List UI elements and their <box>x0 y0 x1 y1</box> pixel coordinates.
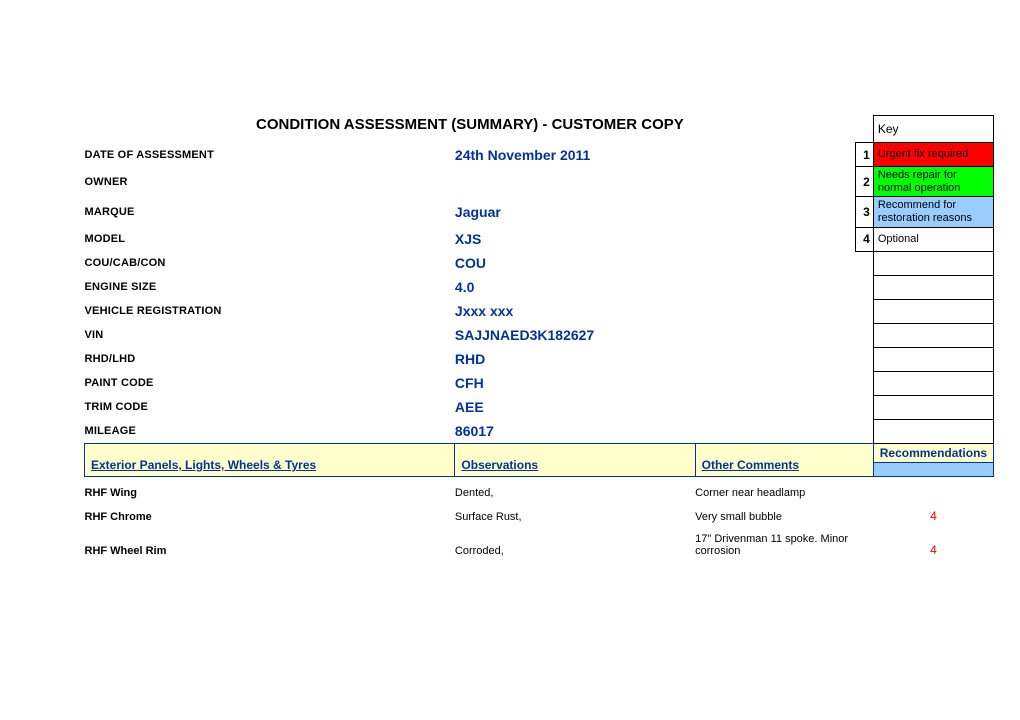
empty-key-box <box>873 323 993 347</box>
item-comment: 17" Drivenman 11 spoke. Minor corrosion <box>695 523 873 557</box>
empty-key-box <box>873 251 993 275</box>
item-comment: Corner near headlamp <box>695 477 873 500</box>
field-value: XJS <box>455 227 855 251</box>
key-desc-optional: Optional <box>873 227 993 251</box>
item-recommendation: 4 <box>873 499 993 523</box>
key-header: Key <box>873 116 993 143</box>
field-label: PAINT CODE <box>85 371 455 395</box>
item-name: RHF Chrome <box>85 499 455 523</box>
field-value: 4.0 <box>455 275 855 299</box>
field-label: MARQUE <box>85 197 455 227</box>
empty-key-box <box>873 347 993 371</box>
item-recommendation: 4 <box>873 523 993 557</box>
section-header-observations: Observations <box>455 444 695 477</box>
empty-key-box <box>873 371 993 395</box>
field-value: 86017 <box>455 419 855 444</box>
field-value: AEE <box>455 395 855 419</box>
field-label: VEHICLE REGISTRATION <box>85 299 455 323</box>
empty-key-box <box>873 419 993 444</box>
field-value: Jxxx xxx <box>455 299 855 323</box>
field-label: MODEL <box>85 227 455 251</box>
key-num: 3 <box>855 197 873 227</box>
field-label: TRIM CODE <box>85 395 455 419</box>
field-value: SAJJNAED3K182627 <box>455 323 855 347</box>
key-num: 1 <box>855 143 873 167</box>
document-page: CONDITION ASSESSMENT (SUMMARY) - CUSTOME… <box>0 0 1020 720</box>
field-value <box>455 167 855 197</box>
item-recommendation <box>873 477 993 500</box>
field-label: ENGINE SIZE <box>85 275 455 299</box>
field-value: RHD <box>455 347 855 371</box>
section-header-comments: Other Comments <box>695 444 873 477</box>
key-num: 2 <box>855 167 873 197</box>
empty-key-box <box>873 299 993 323</box>
item-name: RHF Wing <box>85 477 455 500</box>
field-value: Jaguar <box>455 197 855 227</box>
key-num: 4 <box>855 227 873 251</box>
key-desc-repair: Needs repair for normal operation <box>873 167 993 197</box>
field-value: COU <box>455 251 855 275</box>
table-row: RHF Wheel Rim Corroded, 17" Drivenman 11… <box>85 523 994 557</box>
field-label: VIN <box>85 323 455 347</box>
field-label: OWNER <box>85 167 455 197</box>
key-desc-recommend: Recommend for restoration reasons <box>873 197 993 227</box>
table-row: RHF Chrome Surface Rust, Very small bubb… <box>85 499 994 523</box>
field-value: 24th November 2011 <box>455 143 855 167</box>
field-value: CFH <box>455 371 855 395</box>
table-row: RHF Wing Dented, Corner near headlamp <box>85 477 994 500</box>
empty-key-box <box>873 395 993 419</box>
key-desc-urgent: Urgent fix required <box>873 143 993 167</box>
item-comment: Very small bubble <box>695 499 873 523</box>
assessment-table: CONDITION ASSESSMENT (SUMMARY) - CUSTOME… <box>84 115 994 557</box>
field-label: RHD/LHD <box>85 347 455 371</box>
item-observation: Surface Rust, <box>455 499 695 523</box>
field-label: COU/CAB/CON <box>85 251 455 275</box>
section-header-recommendations: Recommendations <box>873 444 993 463</box>
page-title: CONDITION ASSESSMENT (SUMMARY) - CUSTOME… <box>85 116 856 143</box>
item-observation: Dented, <box>455 477 695 500</box>
field-label: MILEAGE <box>85 419 455 444</box>
item-observation: Corroded, <box>455 523 695 557</box>
empty-key-box <box>873 275 993 299</box>
recommendation-subheader <box>873 463 993 477</box>
field-label: DATE OF ASSESSMENT <box>85 143 455 167</box>
item-name: RHF Wheel Rim <box>85 523 455 557</box>
section-header-exterior: Exterior Panels, Lights, Wheels & Tyres <box>85 444 455 477</box>
